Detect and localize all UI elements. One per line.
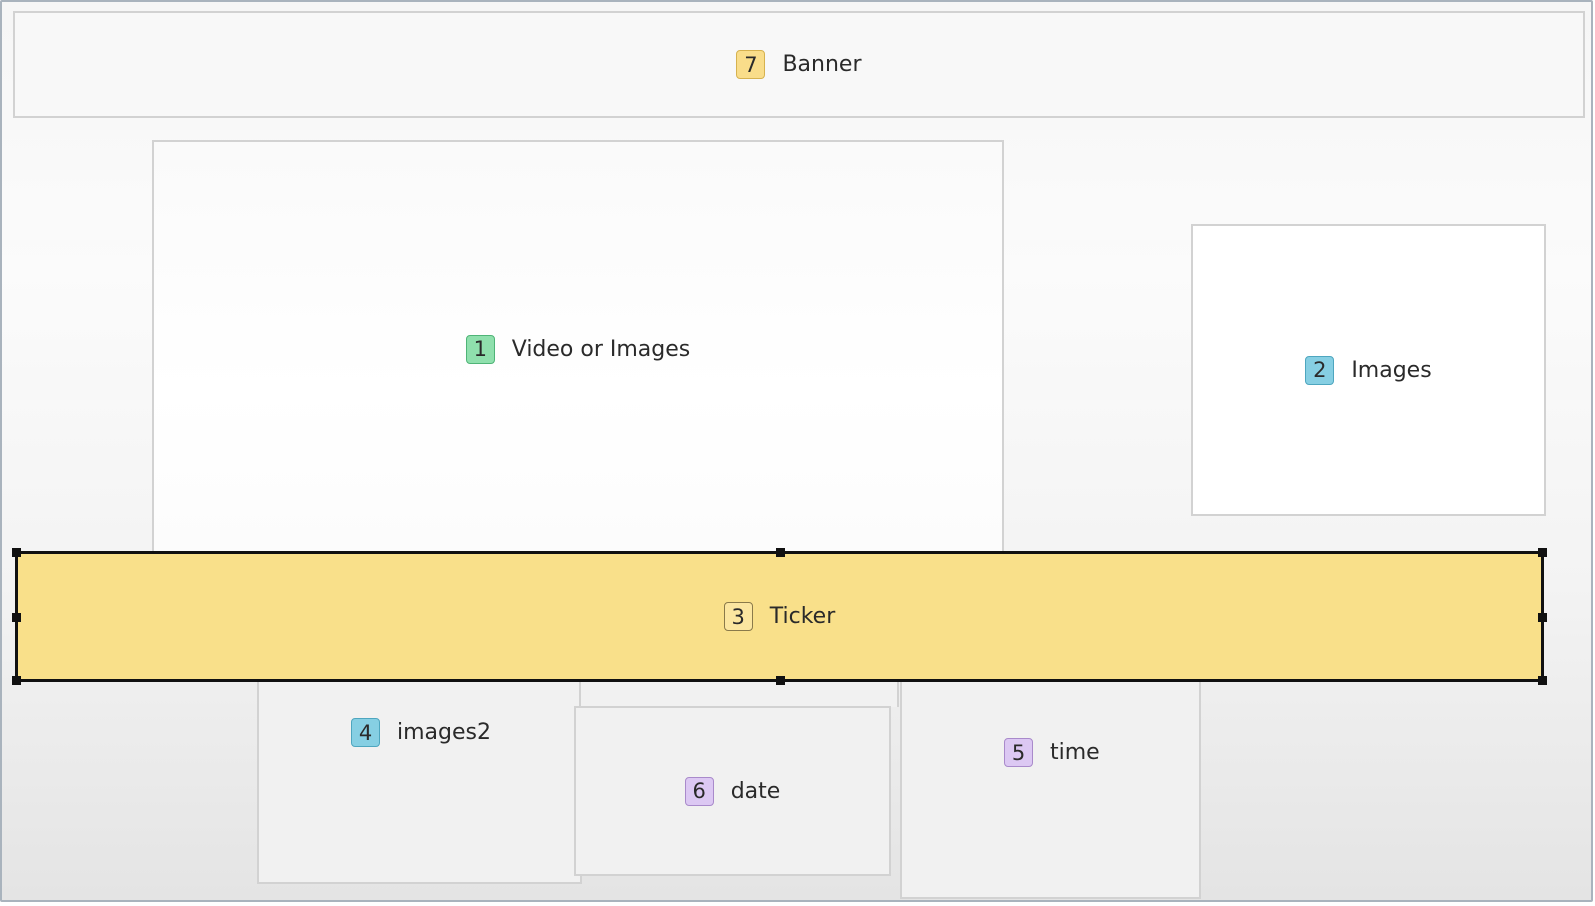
zone-images[interactable]: 2 Images <box>1191 224 1546 516</box>
resize-handle-bottom-right[interactable] <box>1538 676 1547 685</box>
resize-handle-left[interactable] <box>12 612 21 622</box>
resize-handle-top-left[interactable] <box>12 548 21 557</box>
resize-handle-bottom-left[interactable] <box>12 676 21 685</box>
zone-label: 6 date <box>684 776 781 806</box>
zone-label: 3 Ticker <box>723 602 836 631</box>
zone-time[interactable]: 5 time <box>900 672 1201 899</box>
resize-handle-right[interactable] <box>1538 612 1547 622</box>
zone-label: 4 images2 <box>351 718 491 747</box>
zone-name: Video or Images <box>511 336 691 362</box>
zone-images2[interactable]: 4 images2 <box>257 672 582 884</box>
zone-name: Images <box>1351 357 1432 383</box>
zone-name: images2 <box>397 720 491 745</box>
zone-date[interactable]: 6 date <box>574 706 891 876</box>
zone-number-badge: 4 <box>351 718 380 747</box>
zone-video-or-images[interactable]: 1 Video or Images <box>152 140 1004 558</box>
zone-ticker[interactable]: 3 Ticker <box>12 548 1547 685</box>
zone-number-badge: 3 <box>723 602 753 631</box>
zone-banner[interactable]: 7 Banner <box>13 11 1585 118</box>
zone-name: Ticker <box>769 604 836 629</box>
zone-label: 5 time <box>1004 738 1100 767</box>
zone-name: Banner <box>782 52 862 77</box>
zone-name: date <box>730 778 781 804</box>
zone-number-badge: 1 <box>465 334 495 364</box>
zone-number-badge: 7 <box>736 50 766 79</box>
zone-label: 1 Video or Images <box>465 334 691 364</box>
resize-handle-bottom[interactable] <box>775 676 785 685</box>
zone-number-badge: 5 <box>1004 738 1033 767</box>
zone-label: 7 Banner <box>736 50 862 79</box>
zone-number-badge: 6 <box>684 776 714 806</box>
zone-number-badge: 2 <box>1305 355 1335 385</box>
zone-name: time <box>1050 740 1100 765</box>
layout-canvas: 7 Banner 1 Video or Images 2 Images 4 im… <box>0 0 1593 902</box>
resize-handle-top[interactable] <box>775 548 785 557</box>
resize-handle-top-right[interactable] <box>1538 548 1547 557</box>
zone-label: 2 Images <box>1305 355 1432 385</box>
